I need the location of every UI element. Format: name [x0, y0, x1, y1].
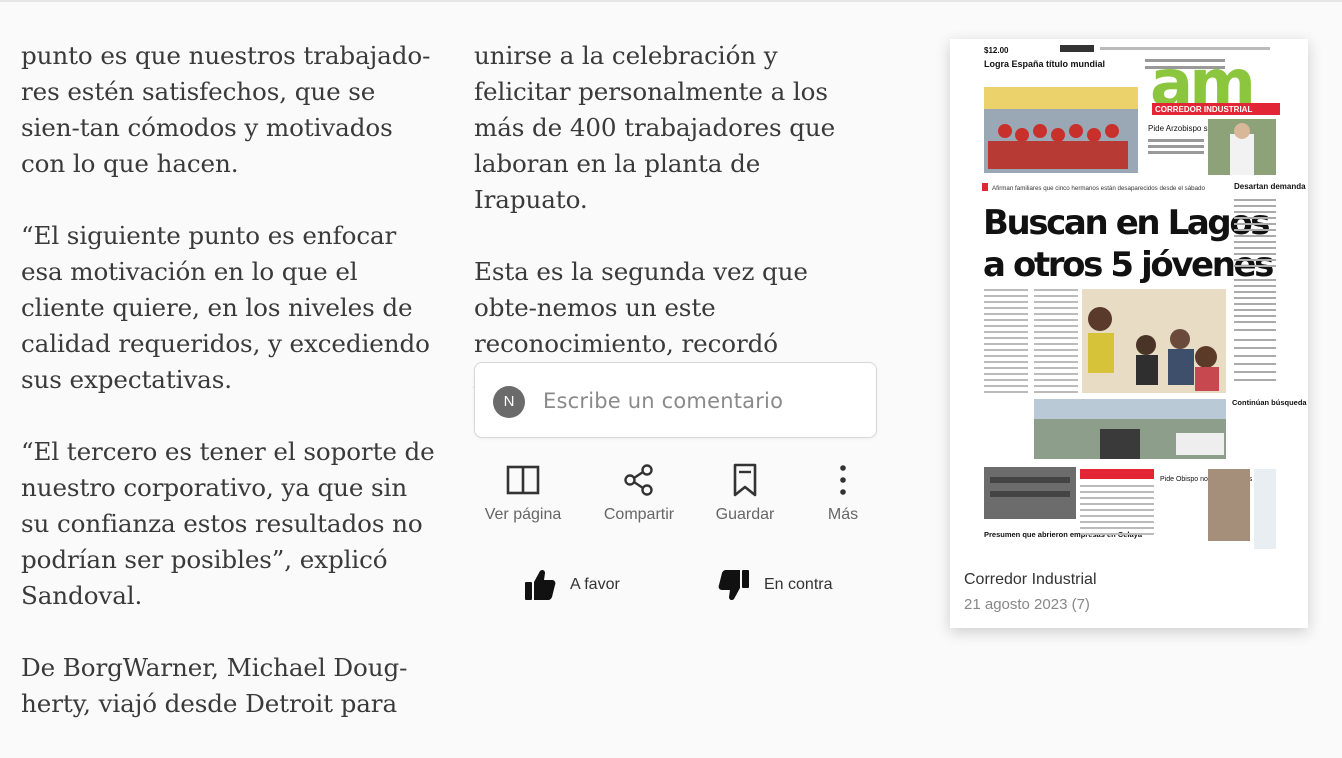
view-page-label: Ver página — [484, 506, 562, 523]
book-open-icon — [506, 465, 540, 495]
thumbs-down-icon — [718, 570, 749, 601]
share-label: Compartir — [603, 506, 675, 523]
front-page-thumbnail: $12.00 Logra España título mundial am CO… — [950, 39, 1308, 628]
more-label: Más — [827, 506, 859, 523]
edition-section-banner: CORREDOR INDUSTRIAL — [1155, 105, 1252, 114]
edition-title: Corredor Industrial — [964, 571, 1097, 588]
article-paragraph: “El siguiente punto es enfocar esa motiv… — [21, 221, 430, 394]
top-divider — [0, 0, 1342, 2]
edition-headline-2: a otros 5 jóvenes — [983, 245, 1273, 285]
edition-kicker: Afirman familiares que cinco hermanos es… — [992, 185, 1205, 192]
bookmark-icon — [733, 463, 757, 497]
edition-headline-1: Buscan en Lagos — [983, 203, 1269, 243]
article-paragraph: punto es que nuestros trabajado-res esté… — [21, 41, 431, 178]
save-label: Guardar — [715, 506, 775, 523]
share-icon — [624, 464, 653, 496]
vote-down-button[interactable]: En contra — [718, 565, 832, 605]
edition-teaser-left: Logra España título mundial — [984, 59, 1105, 69]
article-paragraph: De BorgWarner, Michael Doug-herty, viajó… — [21, 653, 408, 718]
edition-side-title-2: Continúan búsqueda — [1232, 398, 1307, 407]
vote-down-label: En contra — [764, 576, 833, 593]
newspaper-edition-card[interactable]: $12.00 Logra España título mundial am CO… — [950, 39, 1308, 628]
vote-up-label: A favor — [570, 576, 620, 593]
vote-up-button[interactable]: A favor — [524, 565, 620, 605]
article-paragraph: unirse a la celebración y felicitar pers… — [474, 41, 836, 214]
more-vertical-icon — [840, 465, 846, 495]
comment-placeholder: Escribe un comentario — [543, 389, 784, 413]
more-button[interactable]: Más — [824, 462, 862, 524]
edition-date: 21 agosto 2023 (7) — [964, 596, 1090, 613]
comment-input[interactable]: N Escribe un comentario — [474, 362, 877, 438]
view-page-button[interactable]: Ver página — [482, 462, 564, 524]
thumbs-up-icon — [525, 569, 556, 600]
share-button[interactable]: Compartir — [601, 462, 677, 524]
edition-side-title: Desartan demanda — [1234, 182, 1306, 191]
article-paragraph: “El tercero es tener el soporte de nuest… — [21, 437, 435, 610]
edition-caption: Corredor Industrial 21 agosto 2023 (7) — [964, 571, 1097, 613]
user-avatar: N — [493, 386, 525, 418]
save-button[interactable]: Guardar — [714, 462, 776, 524]
article-column-left: punto es que nuestros trabajado-res esté… — [21, 38, 441, 758]
edition-price: $12.00 — [984, 46, 1009, 55]
